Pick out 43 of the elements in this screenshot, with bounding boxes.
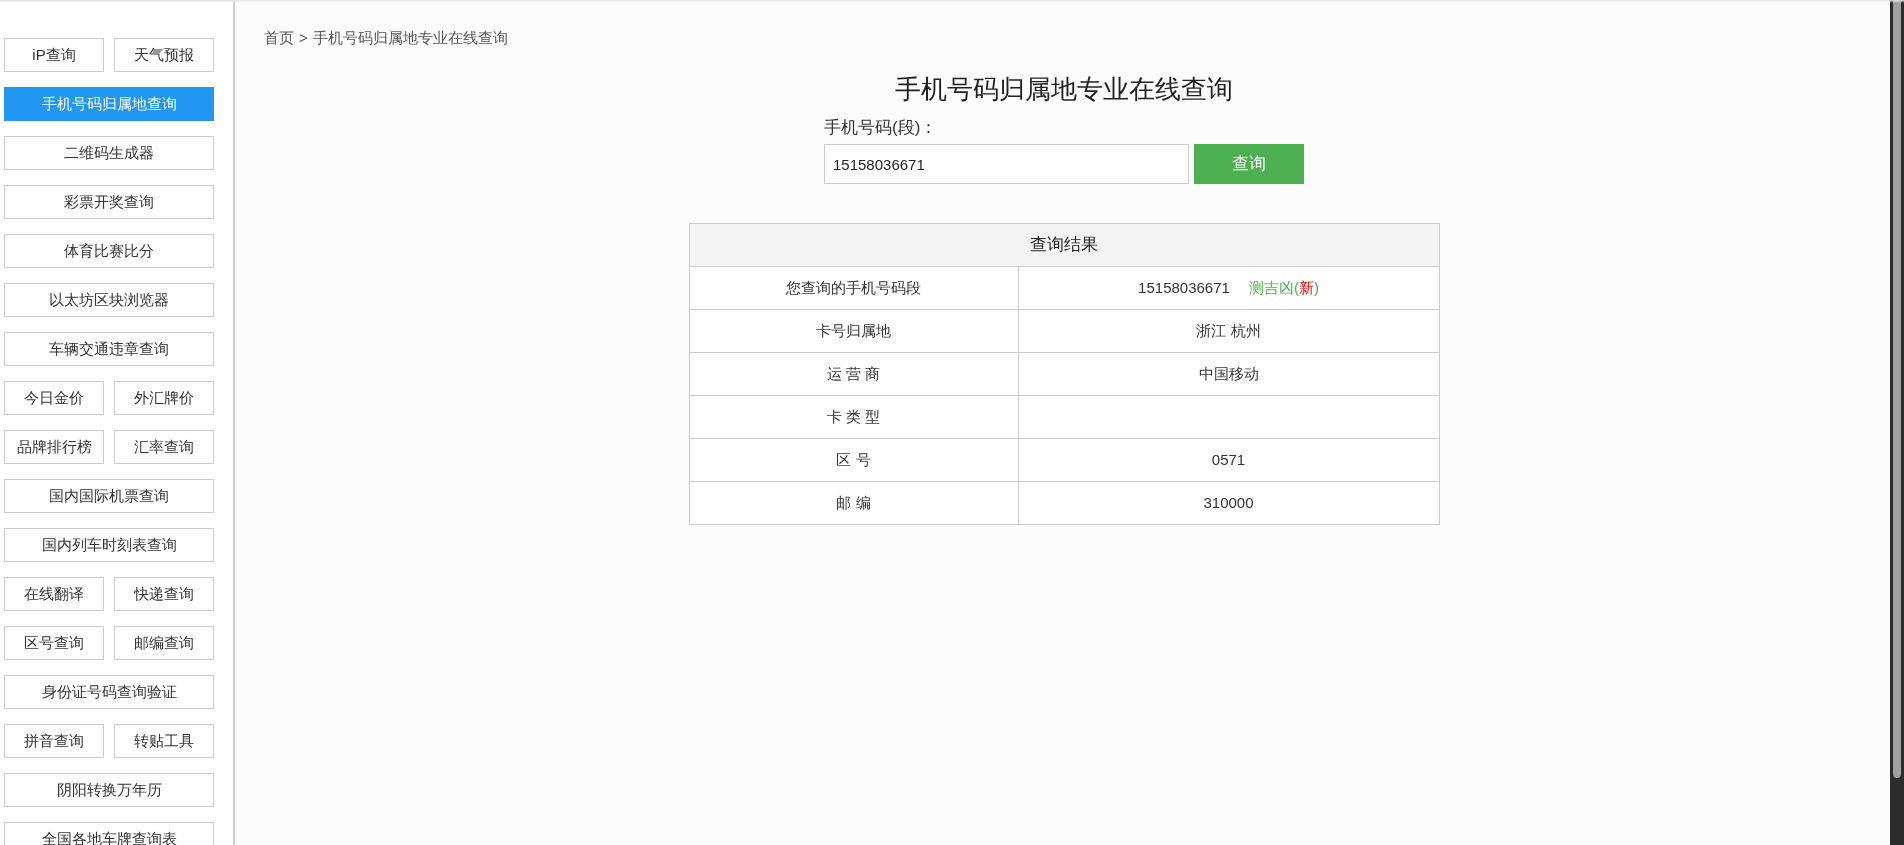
sidebar-button[interactable]: 汇率查询 (114, 430, 214, 464)
table-cell: 您查询的手机号码段 (689, 266, 1018, 310)
sidebar-button[interactable]: 国内国际机票查询 (4, 479, 214, 513)
table-cell: 区 号 (689, 438, 1018, 482)
sidebar-button[interactable]: iP查询 (4, 38, 104, 72)
breadcrumb-current: 手机号码归属地专业在线查询 (312, 28, 508, 48)
table-cell: 邮 编 (689, 481, 1018, 525)
cell-value: 0571 (1211, 450, 1246, 468)
sidebar-button[interactable]: 阴阳转换万年历 (4, 773, 214, 807)
sidebar-button[interactable]: 体育比赛比分 (4, 234, 214, 268)
cell-value: 中国移动 (1198, 364, 1259, 382)
sidebar-button[interactable]: 品牌排行榜 (4, 430, 104, 464)
cell-value: 15158036671 (1138, 278, 1230, 296)
fortune-link[interactable]: 测吉凶(新) (1248, 278, 1319, 296)
phone-input[interactable]: 15158036671 (824, 144, 1189, 184)
scrollbar-thumb[interactable] (1893, 0, 1901, 778)
page-title: 手机号码归属地专业在线查询 (895, 72, 1233, 106)
sidebar-button[interactable]: 外汇牌价 (114, 381, 214, 415)
sidebar-button[interactable]: 今日金价 (4, 381, 104, 415)
cell-value: 浙江 杭州 (1196, 321, 1261, 339)
breadcrumb-separator: > (299, 28, 308, 48)
cell-value: 310000 (1203, 493, 1254, 511)
sidebar-button[interactable]: 天气预报 (114, 38, 214, 72)
sidebar-button[interactable]: 彩票开奖查询 (4, 185, 214, 219)
sidebar-button[interactable]: 快递查询 (114, 577, 214, 611)
sidebar-button[interactable]: 车辆交通违章查询 (4, 332, 214, 366)
sidebar-button[interactable]: 身份证号码查询验证 (4, 675, 214, 709)
sidebar-button[interactable]: 拼音查询 (4, 724, 104, 758)
sidebar-button[interactable]: 区号查询 (4, 626, 104, 660)
sidebar-button[interactable]: 国内列车时刻表查询 (4, 528, 214, 562)
table-cell: 卡 类 型 (689, 395, 1018, 439)
sidebar-button[interactable]: 在线翻译 (4, 577, 104, 611)
phone-label: 手机号码(段)： (824, 116, 939, 139)
scrollbar[interactable] (1890, 0, 1904, 845)
sidebar-button[interactable]: 转贴工具 (114, 724, 214, 758)
sidebar-button[interactable]: 全国各地车牌查询表 (4, 822, 214, 845)
sidebar-button[interactable]: 邮编查询 (114, 626, 214, 660)
sidebar-button[interactable]: 以太坊区块浏览器 (4, 283, 214, 317)
sidebar-button[interactable]: 二维码生成器 (4, 136, 214, 170)
breadcrumb-link[interactable]: 首页 (264, 27, 294, 50)
table-cell: 运 营 商 (689, 352, 1018, 396)
table-header: 查询结果 (689, 223, 1439, 267)
table-cell: 卡号归属地 (689, 309, 1018, 353)
